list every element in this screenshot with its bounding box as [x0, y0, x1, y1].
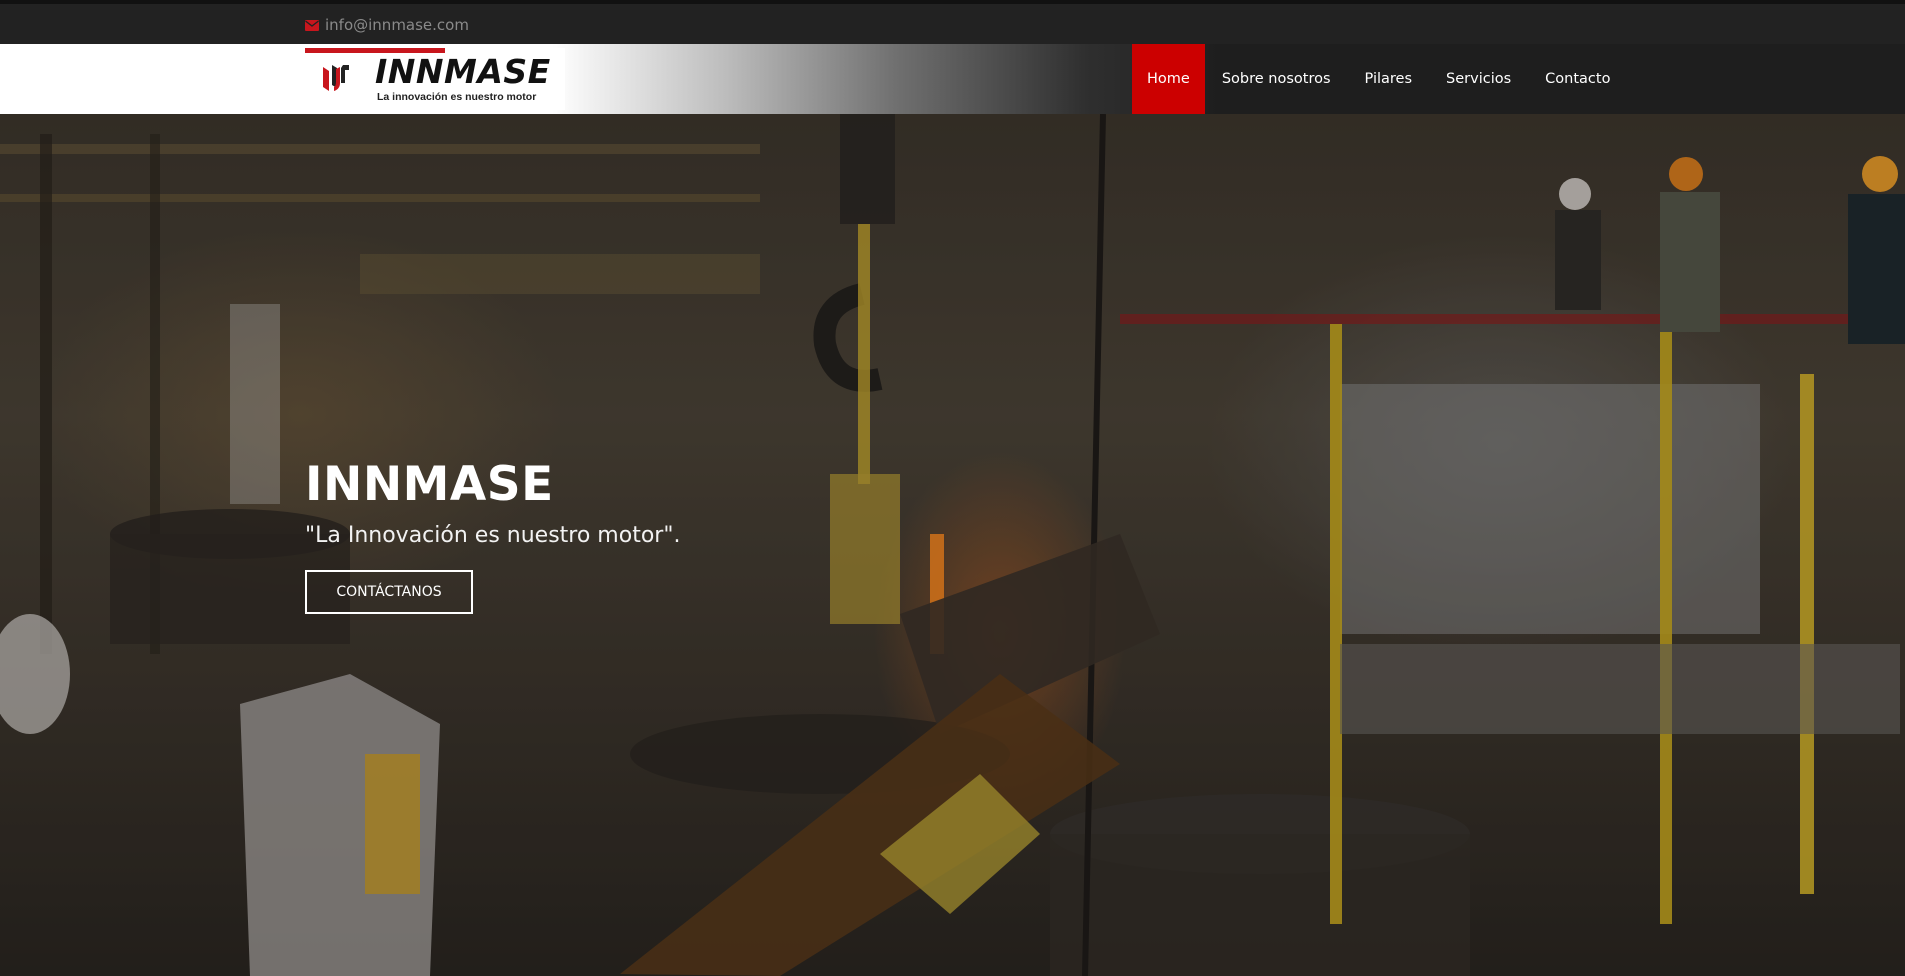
- logo-tagline: La innovación es nuestro motor: [377, 91, 537, 103]
- nav-item-sobre-nosotros[interactable]: Sobre nosotros: [1205, 44, 1348, 114]
- contact-cta-button[interactable]: CONTÁCTANOS: [305, 570, 473, 614]
- hero-section: INNMASE "La Innovación es nuestro motor"…: [0, 114, 1905, 976]
- nav-item-pilares[interactable]: Pilares: [1348, 44, 1430, 114]
- site-logo[interactable]: INNMASE La innovación es nuestro motor: [305, 48, 565, 110]
- envelope-icon: [305, 19, 319, 31]
- logo-wordmark: INNMASE: [375, 52, 551, 91]
- hero-overlay: [0, 114, 1905, 976]
- logo-mark-icon: [323, 65, 349, 91]
- main-navbar: INNMASE La innovación es nuestro motor H…: [0, 44, 1905, 114]
- nav-item-servicios[interactable]: Servicios: [1429, 44, 1528, 114]
- email-link[interactable]: info@innmase.com: [305, 16, 469, 34]
- hero-title: INNMASE: [305, 457, 554, 512]
- nav-item-home[interactable]: Home: [1132, 44, 1205, 114]
- email-text: info@innmase.com: [325, 16, 469, 34]
- nav-item-contacto[interactable]: Contacto: [1528, 44, 1627, 114]
- nav-menu: Home Sobre nosotros Pilares Servicios Co…: [1132, 44, 1627, 114]
- hero-subtitle: "La Innovación es nuestro motor".: [305, 523, 681, 548]
- top-bar: info@innmase.com: [0, 0, 1905, 44]
- hero-content: INNMASE "La Innovación es nuestro motor"…: [305, 461, 680, 614]
